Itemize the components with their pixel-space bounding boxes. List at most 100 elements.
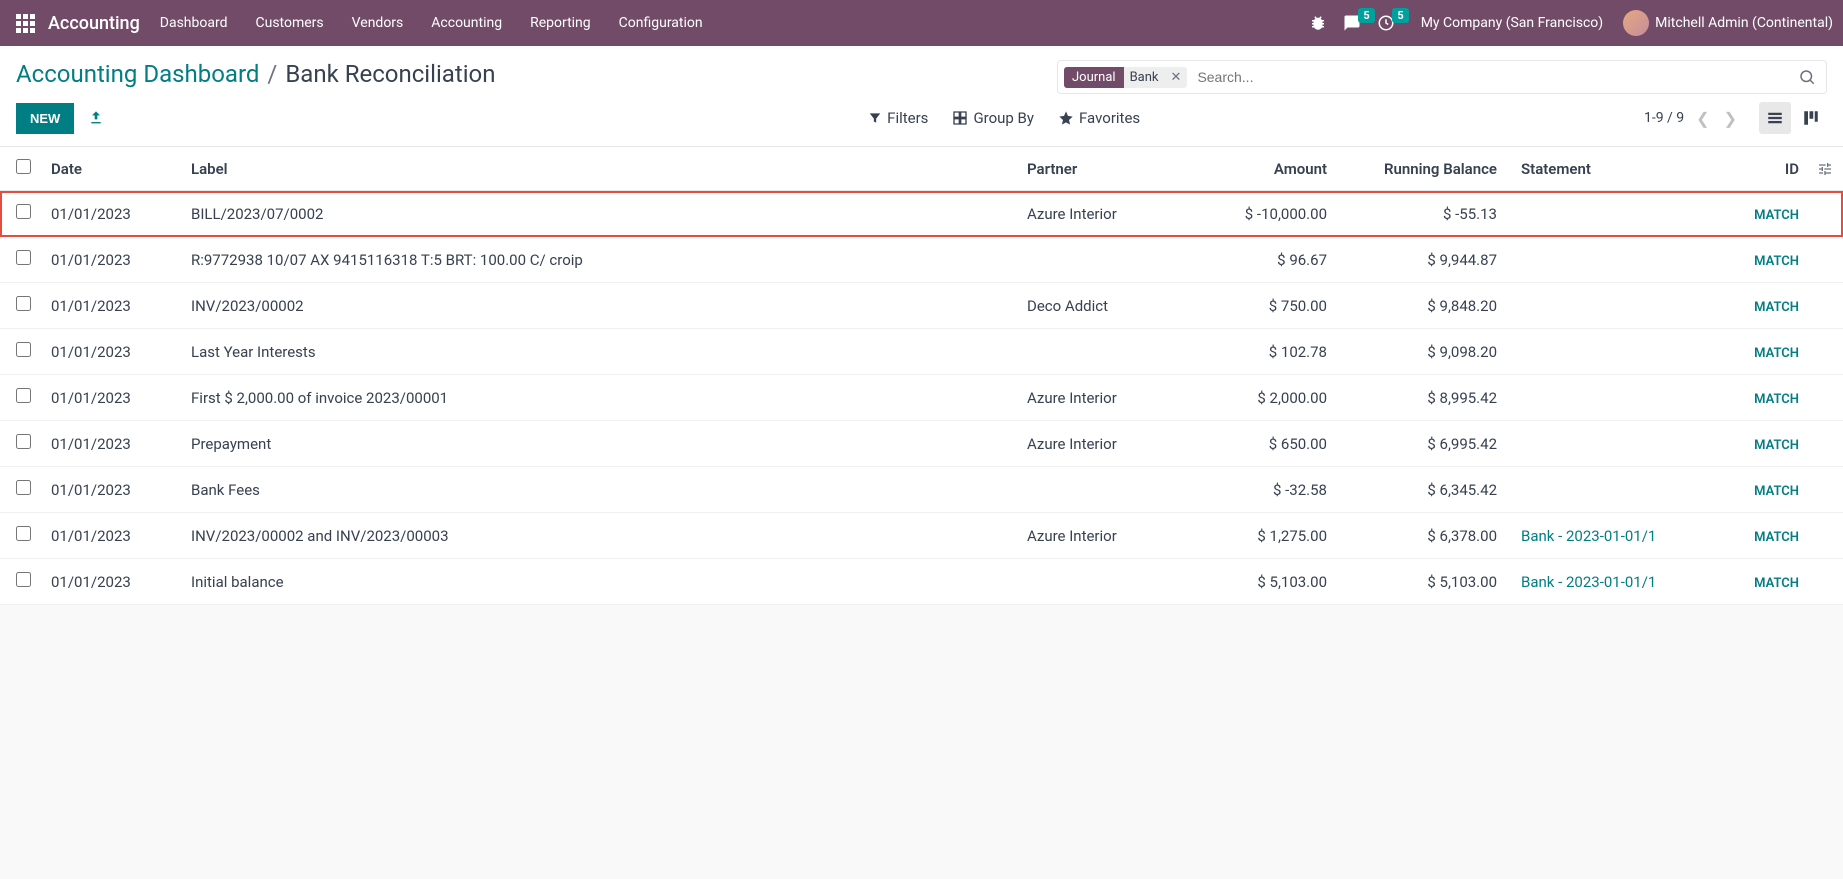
debug-icon[interactable] — [1309, 14, 1327, 32]
pager-range[interactable]: 1-9 / 9 — [1644, 110, 1684, 126]
row-checkbox[interactable] — [16, 434, 31, 449]
breadcrumb-current: Bank Reconciliation — [285, 60, 495, 88]
nav-accounting[interactable]: Accounting — [431, 15, 502, 31]
col-statement[interactable]: Statement — [1507, 147, 1707, 191]
table-row[interactable]: 01/01/2023R:9772938 10/07 AX 9415116318 … — [0, 237, 1843, 283]
cell-date: 01/01/2023 — [41, 283, 181, 329]
match-button[interactable]: MATCH — [1754, 346, 1799, 361]
facet-value: Bank — [1124, 67, 1165, 88]
table-row[interactable]: 01/01/2023Bank Fees$ -32.58$ 6,345.42MAT… — [0, 467, 1843, 513]
match-button[interactable]: MATCH — [1754, 208, 1799, 223]
cell-balance: $ 9,944.87 — [1337, 237, 1507, 283]
user-menu[interactable]: Mitchell Admin (Continental) — [1623, 10, 1833, 36]
match-button[interactable]: MATCH — [1754, 438, 1799, 453]
facet-remove[interactable]: ✕ — [1165, 70, 1188, 85]
breadcrumb: Accounting Dashboard / Bank Reconciliati… — [16, 60, 495, 88]
messages-badge: 5 — [1358, 8, 1374, 23]
cell-balance: $ 6,378.00 — [1337, 513, 1507, 559]
cell-amount: $ -32.58 — [1197, 467, 1337, 513]
groupby-menu[interactable]: Group By — [952, 109, 1034, 127]
cell-partner: Azure Interior — [1017, 421, 1197, 467]
cell-label: INV/2023/00002 — [181, 283, 1017, 329]
table-row[interactable]: 01/01/2023PrepaymentAzure Interior$ 650.… — [0, 421, 1843, 467]
row-checkbox[interactable] — [16, 526, 31, 541]
cell-amount: $ 2,000.00 — [1197, 375, 1337, 421]
col-amount[interactable]: Amount — [1197, 147, 1337, 191]
cell-date: 01/01/2023 — [41, 191, 181, 237]
cell-amount: $ 96.67 — [1197, 237, 1337, 283]
cell-partner: Deco Addict — [1017, 283, 1197, 329]
cell-partner: Azure Interior — [1017, 191, 1197, 237]
activities-icon[interactable]: 5 — [1377, 14, 1395, 32]
apps-menu-button[interactable] — [10, 14, 40, 33]
pager-prev[interactable]: ❮ — [1694, 109, 1711, 128]
breadcrumb-sep: / — [267, 60, 277, 88]
cell-label: Prepayment — [181, 421, 1017, 467]
col-options[interactable] — [1807, 147, 1843, 191]
match-button[interactable]: MATCH — [1754, 530, 1799, 545]
table-row[interactable]: 01/01/2023Initial balance$ 5,103.00$ 5,1… — [0, 559, 1843, 605]
col-id[interactable]: ID — [1707, 147, 1807, 191]
row-checkbox[interactable] — [16, 572, 31, 587]
nav-vendors[interactable]: Vendors — [352, 15, 404, 31]
row-checkbox[interactable] — [16, 480, 31, 495]
activities-badge: 5 — [1392, 8, 1408, 23]
pager-next[interactable]: ❯ — [1722, 109, 1739, 128]
nav-customers[interactable]: Customers — [256, 15, 324, 31]
upload-button[interactable] — [88, 110, 104, 126]
table-row[interactable]: 01/01/2023INV/2023/00002 and INV/2023/00… — [0, 513, 1843, 559]
view-kanban-button[interactable] — [1795, 102, 1827, 134]
cell-date: 01/01/2023 — [41, 467, 181, 513]
search-box[interactable]: Journal Bank ✕ — [1057, 60, 1827, 94]
match-button[interactable]: MATCH — [1754, 576, 1799, 591]
messages-icon[interactable]: 5 — [1343, 14, 1361, 32]
col-date[interactable]: Date — [41, 147, 181, 191]
cell-balance: $ 5,103.00 — [1337, 559, 1507, 605]
statement-link[interactable]: Bank - 2023-01-01/1 — [1521, 573, 1656, 591]
match-button[interactable]: MATCH — [1754, 300, 1799, 315]
favorites-menu[interactable]: Favorites — [1058, 109, 1140, 127]
cell-partner — [1017, 237, 1197, 283]
table-row[interactable]: 01/01/2023BILL/2023/07/0002Azure Interio… — [0, 191, 1843, 237]
cell-statement — [1507, 421, 1707, 467]
new-button[interactable]: NEW — [16, 103, 74, 134]
statement-link[interactable]: Bank - 2023-01-01/1 — [1521, 527, 1656, 545]
table-row[interactable]: 01/01/2023First $ 2,000.00 of invoice 20… — [0, 375, 1843, 421]
filters-label: Filters — [887, 109, 928, 127]
row-checkbox[interactable] — [16, 250, 31, 265]
row-checkbox[interactable] — [16, 388, 31, 403]
cell-partner: Azure Interior — [1017, 375, 1197, 421]
search-input[interactable] — [1193, 65, 1794, 89]
app-name: Accounting — [48, 13, 140, 34]
col-balance[interactable]: Running Balance — [1337, 147, 1507, 191]
cell-label: Bank Fees — [181, 467, 1017, 513]
col-partner[interactable]: Partner — [1017, 147, 1197, 191]
nav-dashboard[interactable]: Dashboard — [160, 15, 228, 31]
filters-menu[interactable]: Filters — [868, 109, 928, 127]
cell-label: Initial balance — [181, 559, 1017, 605]
match-button[interactable]: MATCH — [1754, 484, 1799, 499]
cell-partner — [1017, 467, 1197, 513]
nav-reporting[interactable]: Reporting — [530, 15, 591, 31]
nav-configuration[interactable]: Configuration — [619, 15, 703, 31]
row-checkbox[interactable] — [16, 296, 31, 311]
groupby-icon — [952, 110, 968, 126]
breadcrumb-root[interactable]: Accounting Dashboard — [16, 60, 259, 88]
view-list-button[interactable] — [1759, 102, 1791, 134]
company-selector[interactable]: My Company (San Francisco) — [1421, 15, 1603, 31]
select-all-checkbox[interactable] — [16, 159, 31, 174]
cell-amount: $ 650.00 — [1197, 421, 1337, 467]
groupby-label: Group By — [973, 109, 1034, 127]
star-icon — [1058, 110, 1074, 126]
row-checkbox[interactable] — [16, 204, 31, 219]
match-button[interactable]: MATCH — [1754, 254, 1799, 269]
match-button[interactable]: MATCH — [1754, 392, 1799, 407]
search-icon[interactable] — [1794, 68, 1820, 86]
table-row[interactable]: 01/01/2023Last Year Interests$ 102.78$ 9… — [0, 329, 1843, 375]
favorites-label: Favorites — [1079, 109, 1140, 127]
cell-label: First $ 2,000.00 of invoice 2023/00001 — [181, 375, 1017, 421]
row-checkbox[interactable] — [16, 342, 31, 357]
col-label[interactable]: Label — [181, 147, 1017, 191]
cell-balance: $ 9,098.20 — [1337, 329, 1507, 375]
table-row[interactable]: 01/01/2023INV/2023/00002Deco Addict$ 750… — [0, 283, 1843, 329]
